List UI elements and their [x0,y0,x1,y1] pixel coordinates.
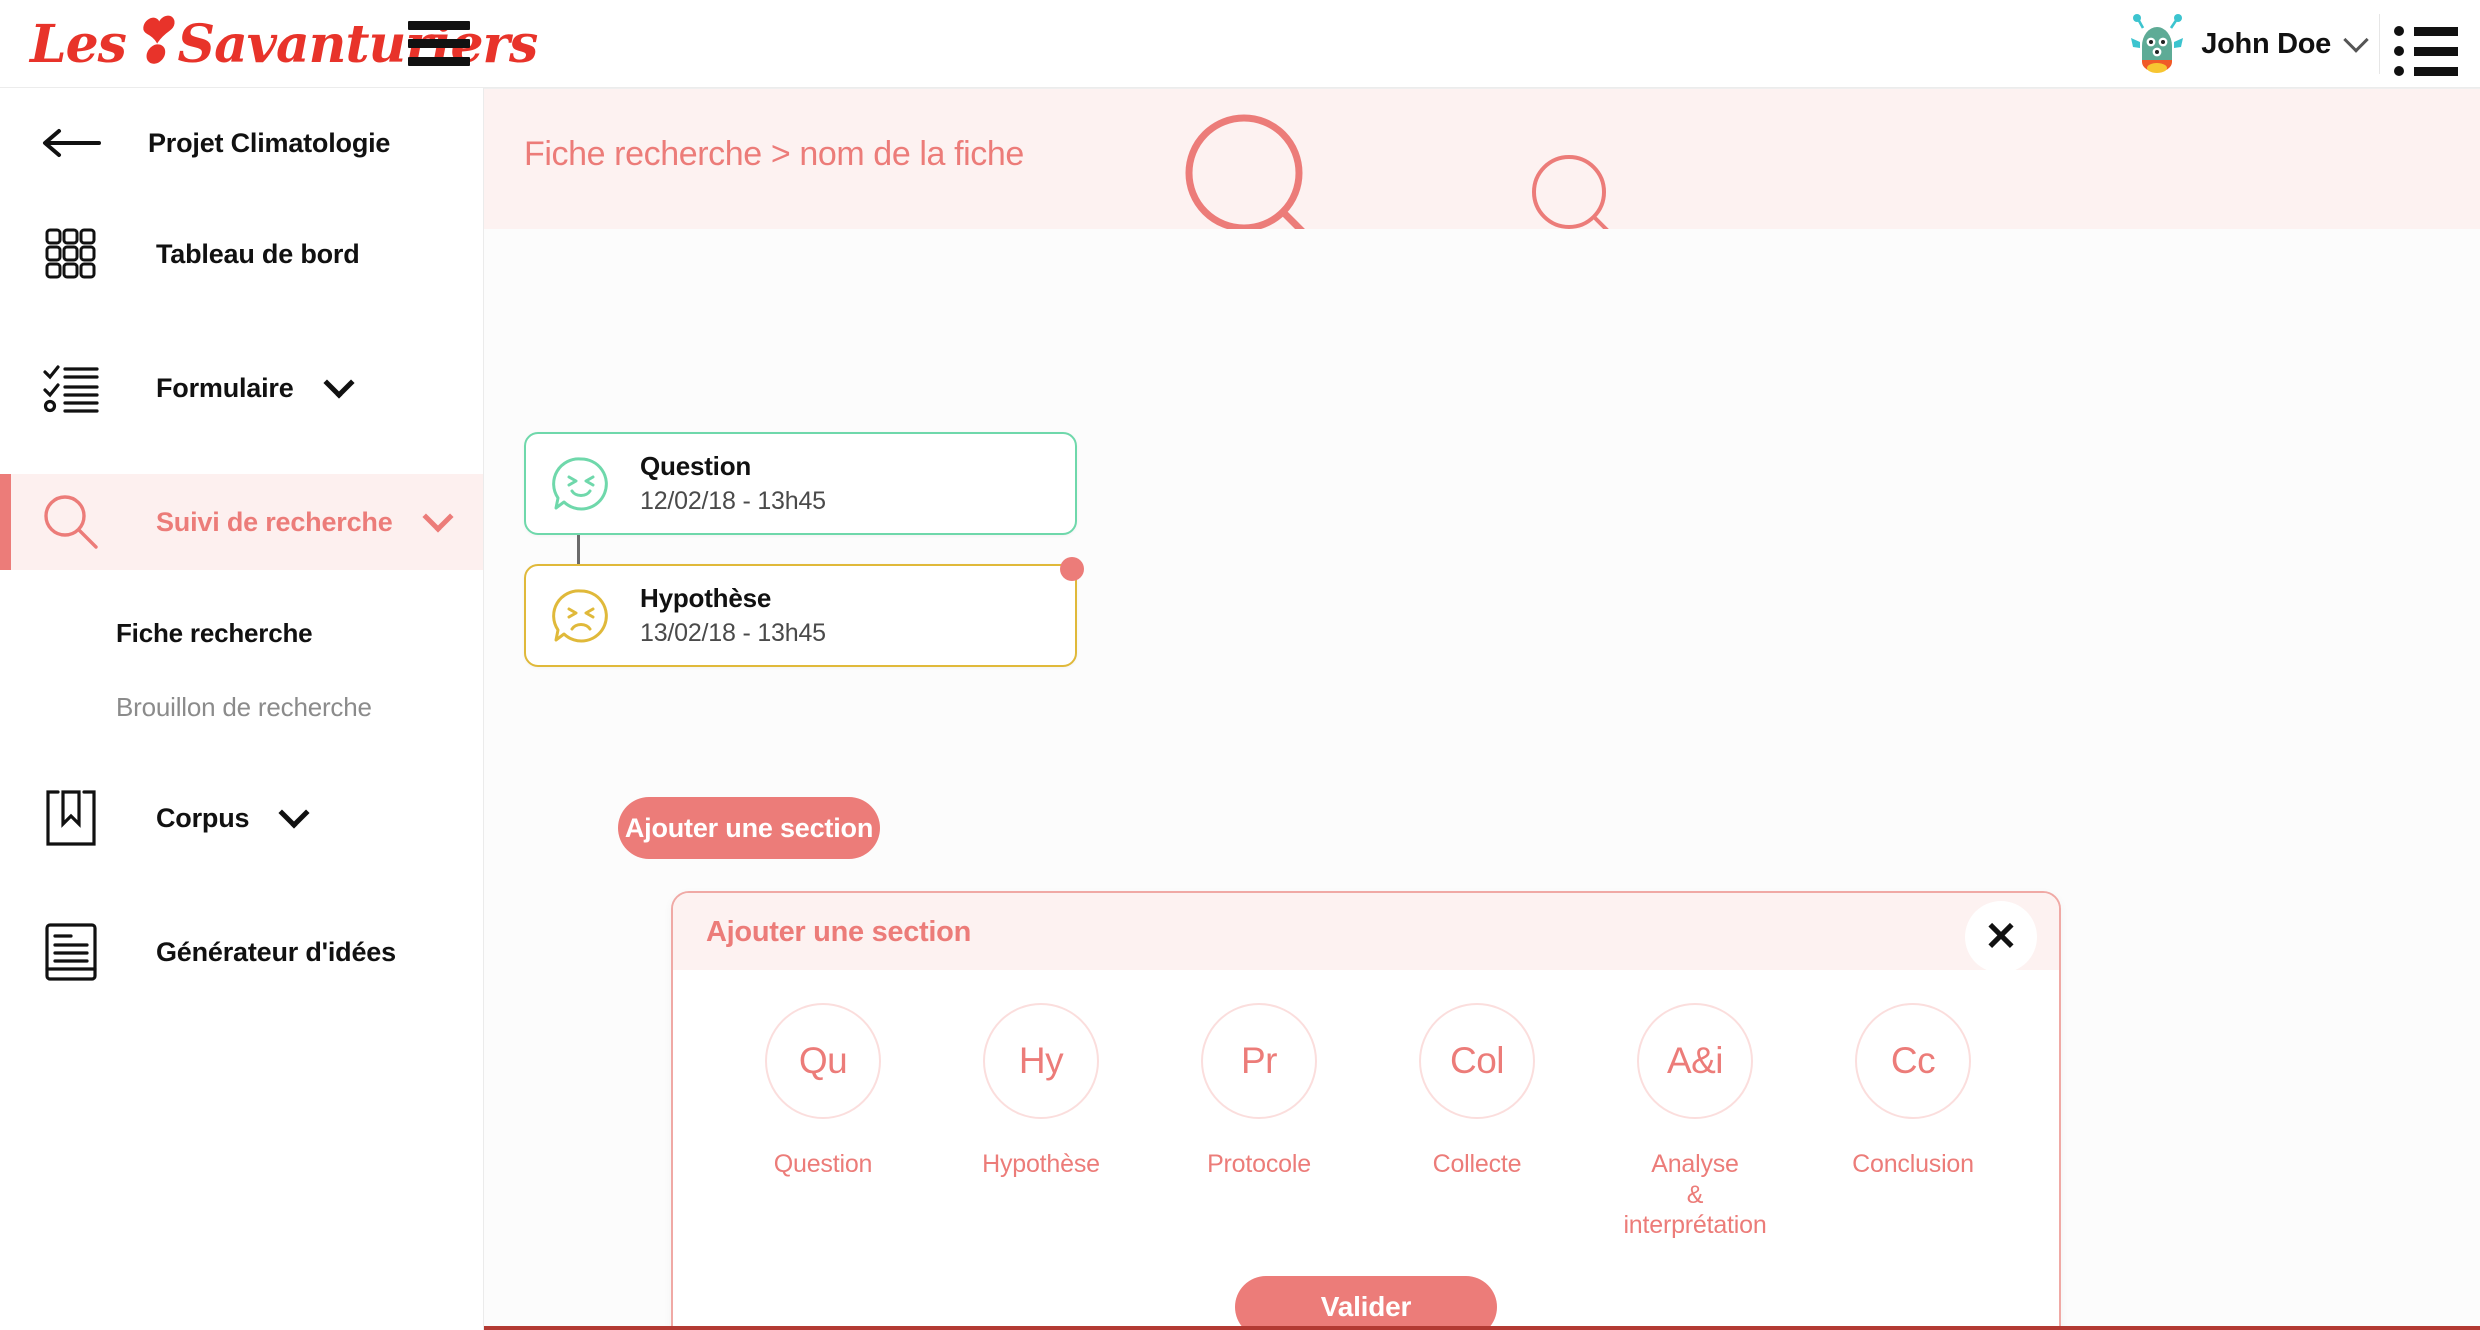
option-label: Protocole [1207,1150,1311,1178]
sidebar-item-tableau-de-bord[interactable]: Tableau de bord [0,206,483,302]
close-icon[interactable]: ✕ [1965,901,2037,973]
hamburger-bar [408,56,470,66]
section-type-options: Qu Question Hy Hypothèse Pr Protocole Co… [673,1003,2059,1241]
page-banner: Fiche recherche > nom de la fiche [484,88,2480,229]
hamburger-bar [408,20,470,30]
sidebar-item-generateur-didees[interactable]: Générateur d'idées [0,904,483,1000]
sidebar-subitem-fiche-recherche[interactable]: Fiche recherche [0,596,483,670]
magnifier-decor-icon [1185,114,1305,229]
sidebar-item-label: Corpus [156,802,250,833]
happy-face-icon [550,453,612,515]
top-bar: Les❣Savanturiers John Doe [0,0,2480,88]
user-menu[interactable]: John Doe [2129,0,2369,88]
logo-text-les: Les [30,14,127,75]
sidebar-back-label: Projet Climatologie [148,127,391,158]
sidebar-subitem-label: Brouillon de recherche [116,691,372,722]
magnifier-decor-icon [1532,155,1609,229]
option-label: Hypothèse [982,1150,1100,1178]
option-label: Analyse & interprétation [1623,1150,1767,1239]
bookmark-icon [38,785,104,851]
grid-icon [38,221,104,287]
sidebar-back-project[interactable]: Projet Climatologie [0,88,483,198]
sidebar-item-corpus[interactable]: Corpus [0,770,483,866]
option-abbr: Col [1449,1040,1505,1081]
section-option-protocole[interactable]: Pr Protocole [1179,1003,1339,1241]
modal-header: Ajouter une section ✕ [673,893,2059,973]
sidebar-item-label: Suivi de recherche [156,506,393,537]
document-icon [38,919,104,985]
section-option-collecte[interactable]: Col Collecte [1397,1003,1557,1241]
card-connector [577,535,580,567]
sidebar-item-label: Formulaire [156,372,294,403]
logo-text-savanturiers: Savanturiers [177,14,539,75]
section-option-conclusion[interactable]: Cc Conclusion [1833,1003,1993,1241]
section-option-analyse-interpretation[interactable]: A&i Analyse & interprétation [1615,1003,1775,1241]
card-title: Hypothèse [640,583,772,613]
add-section-modal: Ajouter une section ✕ Qu Question Hy Hyp… [671,891,2061,1330]
chevron-down-icon[interactable] [278,797,310,829]
option-abbr: Cc [1890,1040,1936,1081]
card-date: 12/02/18 - 13h45 [640,487,826,515]
validate-button[interactable]: Valider [1235,1276,1497,1330]
option-abbr: Pr [1241,1040,1278,1081]
app-root: Les❣Savanturiers John Doe Projet Climato… [0,0,2480,1330]
option-label: Question [773,1150,873,1178]
search-icon [38,489,104,555]
alien-avatar [2129,14,2185,74]
modal-title: Ajouter une section [706,916,971,948]
option-abbr: A&i [1666,1040,1724,1081]
sidebar-item-label: Tableau de bord [156,238,360,269]
breadcrumb: Fiche recherche > nom de la fiche [524,135,1024,173]
sidebar-item-suivi-de-recherche[interactable]: Suivi de recherche [0,474,483,570]
hamburger-bar [408,38,470,48]
add-section-button[interactable]: Ajouter une section [618,797,880,859]
logo-exclamation-icon: ❣ [123,5,181,79]
magnifier-decor-icon [2434,121,2480,229]
sidebar-subitem-label: Fiche recherche [116,617,313,648]
option-label: Conclusion [1852,1150,1974,1178]
option-abbr: Hy [1018,1040,1064,1081]
card-date: 13/02/18 - 13h45 [640,619,826,647]
sidebar-item-label: Générateur d'idées [156,936,396,967]
arrow-left-icon [38,110,104,176]
main-content: Fiche recherche > nom de la fiche Questi… [484,88,2480,1330]
section-option-question[interactable]: Qu Question [743,1003,903,1241]
card-title: Question [640,451,752,481]
sidebar-item-formulaire[interactable]: Formulaire [0,340,483,436]
option-abbr: Qu [798,1040,848,1081]
hamburger-icon[interactable] [408,16,470,70]
user-name: John Doe [2201,27,2331,60]
section-card-question[interactable]: Question 12/02/18 - 13h45 [524,432,1077,535]
checklist-icon [38,355,104,421]
list-icon[interactable] [2394,26,2460,76]
chevron-down-icon[interactable] [2343,27,2369,53]
chevron-down-icon[interactable] [322,367,355,399]
sad-face-icon [550,585,612,647]
status-badge [1060,557,1084,581]
sidebar-subitem-brouillon-de-recherche[interactable]: Brouillon de recherche [0,670,483,744]
topbar-divider [2379,14,2380,74]
option-label: Collecte [1432,1150,1522,1178]
section-card-hypothese[interactable]: Hypothèse 13/02/18 - 13h45 [524,557,1084,667]
section-option-hypothese[interactable]: Hy Hypothèse [961,1003,1121,1241]
chevron-down-icon[interactable] [421,501,454,533]
sidebar: Projet Climatologie Tableau de bord Form… [0,88,484,1330]
page-content: Question 12/02/18 - 13h45 Hypothèse 13/0… [484,229,2480,1330]
